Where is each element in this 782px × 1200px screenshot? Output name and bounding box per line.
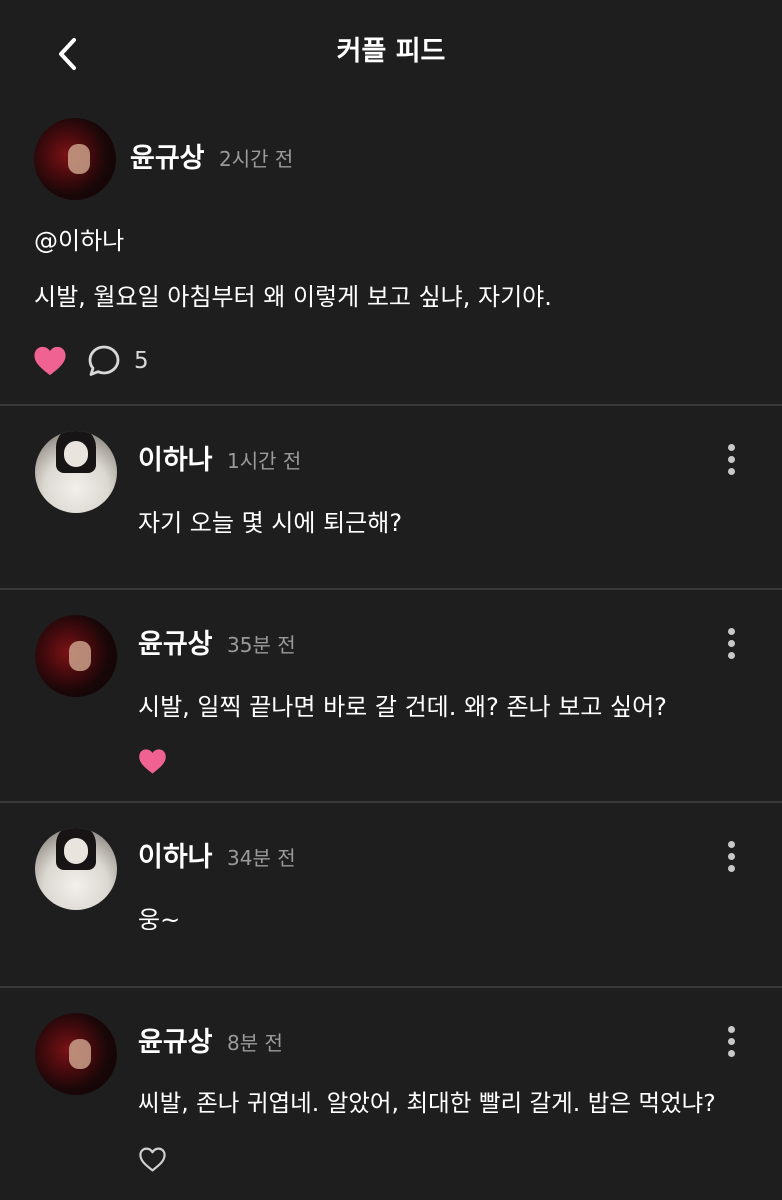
comment-timestamp: 34분 전 (227, 846, 296, 870)
comment-author-name[interactable]: 윤규상 (138, 1026, 213, 1060)
heart-filled-icon (139, 749, 166, 774)
more-options-button[interactable] (722, 839, 742, 875)
more-options-button[interactable] (722, 442, 742, 478)
comment-like-button[interactable] (138, 748, 167, 779)
post-text: 시발, 월요일 아침부터 왜 이렇게 보고 싶냐, 자기야. (34, 283, 552, 311)
comment-author-name[interactable]: 이하나 (138, 841, 213, 875)
comment-timestamp: 8분 전 (227, 1031, 283, 1055)
comment-text: 시발, 일찍 끝나면 바로 갈 건데. 왜? 존나 보고 싶어? (138, 693, 667, 721)
more-options-button[interactable] (722, 626, 742, 662)
feed-post: 윤규상 2시간 전 @이하나 시발, 월요일 아침부터 왜 이렇게 보고 싶냐,… (0, 105, 782, 405)
comment-item: 이하나 1시간 전 자기 오늘 몇 시에 퇴근해? (0, 406, 782, 588)
more-options-button[interactable] (722, 1024, 742, 1060)
avatar[interactable] (35, 1013, 117, 1095)
avatar[interactable] (35, 828, 117, 910)
comment-text: 씨발, 존나 귀엽네. 알았어, 최대한 빨리 갈게. 밥은 먹었냐? (138, 1089, 716, 1117)
avatar[interactable] (35, 615, 117, 697)
comment-author-name[interactable]: 이하나 (138, 444, 213, 478)
comment-like-button[interactable] (138, 1146, 167, 1177)
comment-author-name[interactable]: 윤규상 (138, 628, 213, 662)
top-bar: 커플 피드 (0, 0, 782, 100)
comment-text: 웅~ (138, 906, 181, 934)
comment-item: 이하나 34분 전 웅~ (0, 803, 782, 985)
comment-timestamp: 35분 전 (227, 633, 296, 657)
comment-item: 윤규상 8분 전 씨발, 존나 귀엽네. 알았어, 최대한 빨리 갈게. 밥은 … (0, 988, 782, 1200)
comment-count: 5 (134, 348, 149, 374)
comment-timestamp: 1시간 전 (227, 449, 302, 473)
comment-bubble-icon (88, 345, 120, 376)
comment-button[interactable] (86, 343, 122, 383)
post-mention[interactable]: @이하나 (34, 224, 124, 258)
heart-filled-icon (34, 346, 66, 376)
post-timestamp: 2시간 전 (219, 147, 294, 171)
comment-text: 자기 오늘 몇 시에 퇴근해? (138, 509, 403, 537)
page-title: 커플 피드 (336, 36, 446, 67)
avatar[interactable] (34, 118, 116, 200)
heart-outline-icon (139, 1147, 166, 1172)
like-button[interactable] (33, 345, 67, 381)
post-author-name[interactable]: 윤규상 (130, 142, 205, 176)
avatar[interactable] (35, 431, 117, 513)
comment-item: 윤규상 35분 전 시발, 일찍 끝나면 바로 갈 건데. 왜? 존나 보고 싶… (0, 590, 782, 802)
